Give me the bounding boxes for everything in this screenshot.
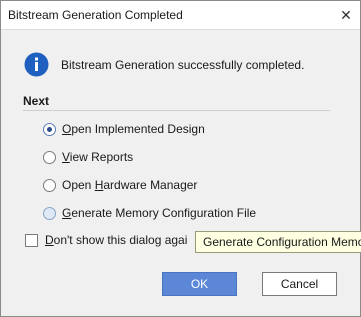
- title-bar[interactable]: Bitstream Generation Completed ✕: [1, 1, 360, 30]
- close-button[interactable]: ✕: [336, 5, 356, 25]
- ok-button[interactable]: OK: [162, 272, 237, 296]
- section-divider: [23, 110, 330, 111]
- radio-button[interactable]: [43, 206, 56, 220]
- dialog-title: Bitstream Generation Completed: [8, 8, 183, 22]
- radio-label: Open Implemented Design: [62, 122, 205, 136]
- radio-button[interactable]: [43, 178, 56, 192]
- status-message: Bitstream Generation successfully comple…: [61, 58, 305, 72]
- radio-label: View Reports: [62, 150, 134, 164]
- radio-button[interactable]: [43, 150, 56, 164]
- radio-label: Open Hardware Manager: [62, 178, 198, 192]
- dont-show-checkbox[interactable]: [25, 233, 38, 247]
- dont-show-label: Don't show this dialog agai: [45, 233, 188, 247]
- tooltip: Generate Configuration Memo: [195, 231, 361, 253]
- close-icon: ✕: [340, 6, 352, 23]
- radio-view-reports[interactable]: View Reports: [43, 148, 133, 166]
- radio-open-implemented-design[interactable]: Open Implemented Design: [43, 120, 205, 138]
- bitstream-dialog: Bitstream Generation Completed ✕ Bitstre…: [0, 0, 361, 317]
- next-section-label: Next: [23, 94, 50, 108]
- radio-generate-memory-config[interactable]: Generate Memory Configuration File: [43, 204, 256, 222]
- dont-show-checkbox-row[interactable]: Don't show this dialog agai: [25, 233, 187, 247]
- info-icon: [24, 52, 49, 77]
- radio-open-hardware-manager[interactable]: Open Hardware Manager: [43, 176, 197, 194]
- cancel-button[interactable]: Cancel: [262, 272, 337, 296]
- radio-label: Generate Memory Configuration File: [62, 206, 257, 220]
- radio-button-checked[interactable]: [43, 122, 56, 136]
